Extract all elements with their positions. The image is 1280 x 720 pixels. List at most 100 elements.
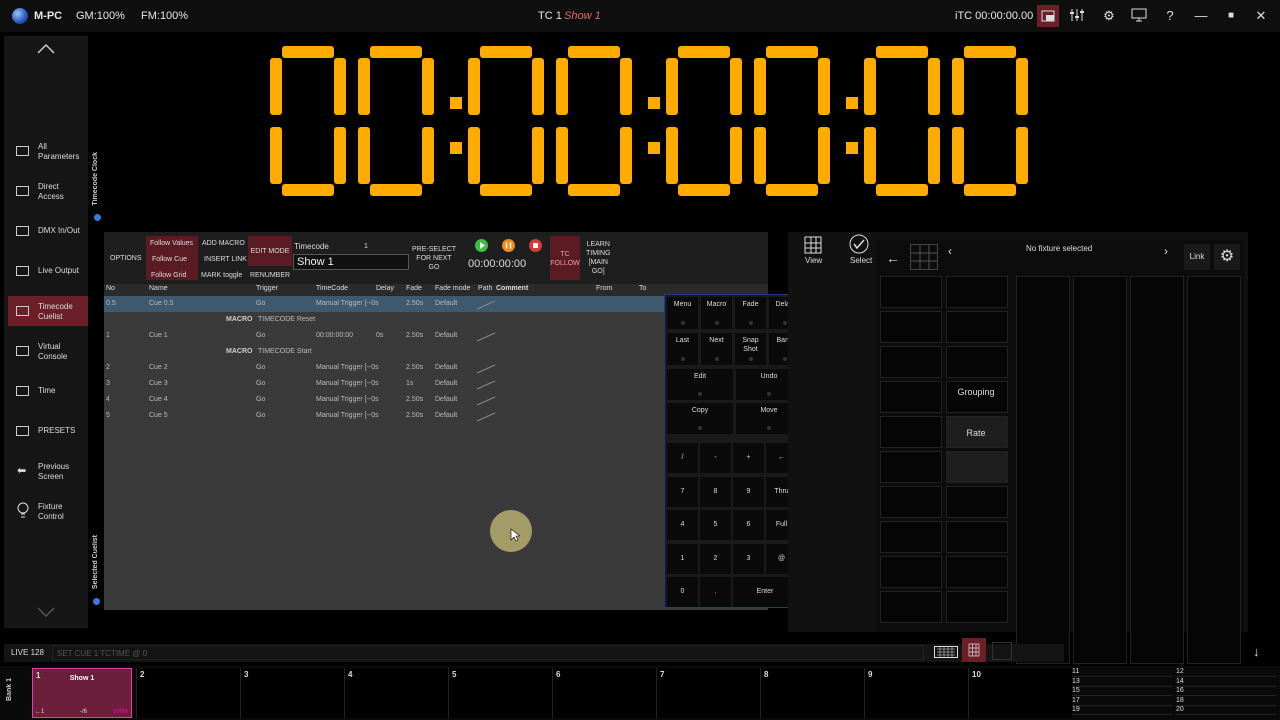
sidebar-item-virtual-console[interactable]: Virtual Console [8,336,88,366]
fixture-slot[interactable] [946,311,1008,343]
sidebar-item-direct-access[interactable]: Direct Access [8,176,88,206]
executor-10[interactable]: 10 [968,668,1072,718]
executor-9[interactable]: 9 [864,668,968,718]
key-menu[interactable]: Menu [667,297,698,329]
follow-grid-button[interactable]: Follow Grid [151,271,186,280]
help-icon[interactable]: ? [1161,8,1179,24]
back-arrow-icon[interactable]: ← [886,250,900,266]
view-button[interactable]: View [805,256,822,265]
attribute-column[interactable] [1016,276,1070,664]
stop-icon[interactable] [529,239,542,252]
blank-toggle-icon[interactable] [992,642,1012,660]
key-sym-17[interactable]: . [700,577,731,607]
table-row[interactable]: 1 Cue 1 Go 00:00:00:00 0s 2.50s Default [104,328,664,344]
macro-row[interactable]: MACRO TIMECODE Reset [104,312,664,328]
insert-link-button[interactable]: INSERT LINK [204,255,247,264]
key-2[interactable]: 2 [700,543,731,574]
maximize-icon[interactable]: ■ [1222,8,1240,24]
table-row[interactable]: 3 Cue 3 Go Manual Trigger [--0s 1s Default [104,376,664,392]
grouping-button[interactable]: Grouping [946,387,1006,397]
executor-6[interactable]: 6 [552,668,656,718]
minimize-icon[interactable]: — [1192,8,1210,24]
key-3[interactable]: 3 [733,543,764,574]
key-9[interactable]: 9 [733,476,764,507]
chevron-right-icon[interactable]: › [1164,244,1168,258]
executor-2[interactable]: 2 [136,668,240,718]
fixture-slot[interactable] [880,381,942,413]
grid-view-icon[interactable] [804,236,822,256]
settings-icon[interactable]: ⚙ [1100,8,1118,24]
small-executor[interactable]: 19 [1072,706,1172,715]
timecode-input[interactable]: Show 1 [293,254,409,270]
fixture-settings-icon[interactable]: ⚙ [1214,244,1240,270]
key-snap-shot[interactable]: Snap Shot [735,333,766,365]
sidebar-item-all-parameters[interactable]: All Parameters [8,136,88,166]
key-0[interactable]: 0 [667,577,698,607]
fixture-slot[interactable] [946,451,1008,483]
executor-5[interactable]: 5 [448,668,552,718]
executor-8[interactable]: 8 [760,668,864,718]
fixture-slot[interactable] [880,346,942,378]
windows-icon[interactable] [1037,5,1059,27]
fixture-slot[interactable] [946,486,1008,518]
monitor-icon[interactable] [1130,8,1148,24]
rate-button[interactable]: Rate [946,428,1006,438]
close-icon[interactable]: ✕ [1252,8,1270,24]
learn-timing-button[interactable]: LEARN TIMING [MAIN GO] [586,240,611,276]
fixture-slot[interactable] [880,521,942,553]
tc-follow-button[interactable]: TC FOLLOW [550,236,580,280]
fixture-slot[interactable] [880,556,942,588]
small-executor[interactable]: 20 [1176,706,1276,715]
sidebar-item-presets[interactable]: PRESETS [8,416,88,446]
table-row[interactable]: 5 Cue 5 Go Manual Trigger [--0s 2.50s Default [104,408,664,424]
grand-master[interactable]: GM:100% [76,10,125,22]
key-4[interactable]: 4 [667,510,698,540]
mini-grid-icon[interactable] [910,244,938,270]
chevron-up-icon[interactable] [36,42,56,58]
attribute-column[interactable] [1073,276,1127,664]
executor-3[interactable]: 3 [240,668,344,718]
key-8[interactable]: 8 [700,476,731,507]
sidebar-item-dmx[interactable]: DMX In/Out [8,216,88,246]
attribute-column[interactable] [1187,276,1241,664]
command-line-input[interactable]: SET CUE 1 TCTIME @ 0 [52,645,924,660]
fixture-slot[interactable] [880,311,942,343]
fixture-slot[interactable] [946,346,1008,378]
key-next[interactable]: Next [701,333,732,365]
fixture-slot[interactable] [946,381,1008,413]
key-7[interactable]: 7 [667,476,698,507]
executor-7[interactable]: 7 [656,668,760,718]
table-row[interactable]: 2 Cue 2 Go Manual Trigger [--0s 2.50s Default [104,360,664,376]
executor-1[interactable]: 1 Show 1 ←1 -/6 100% [32,668,132,718]
small-executor[interactable]: 17 [1072,697,1172,706]
table-row[interactable]: 0.5 Cue 0.5 Go Manual Trigger [--0s 2.50s Def… [104,296,664,312]
play-icon[interactable] [475,239,488,252]
link-button[interactable]: Link [1184,244,1210,270]
faders-icon[interactable] [1068,8,1086,24]
key-sym-1[interactable]: - [700,443,731,473]
sidebar-item-time[interactable]: Time [8,376,88,406]
macro-row[interactable]: MACRO TIMECODE Start [104,344,664,360]
sidebar-item-fixture-control[interactable]: Fixture Control [8,496,88,526]
chevron-left-icon[interactable]: ‹ [948,244,952,258]
fixture-slot[interactable] [880,416,942,448]
key-sym-2[interactable]: + [733,443,764,473]
fixture-slot[interactable] [880,276,942,308]
key-1[interactable]: 1 [667,543,698,574]
renumber-button[interactable]: RENUMBER [250,271,290,280]
small-executor[interactable]: 15 [1072,687,1172,696]
sidebar-item-timecode-cuelist[interactable]: Timecode Cuelist [8,296,88,326]
flash-master[interactable]: FM:100% [141,10,188,22]
small-executor[interactable]: 12 [1176,668,1276,677]
key-fade[interactable]: Fade [735,297,766,329]
key-6[interactable]: 6 [733,510,764,540]
keypad-toggle-icon[interactable] [962,638,986,662]
table-row[interactable]: 4 Cue 4 Go Manual Trigger [--0s 2.50s Default [104,392,664,408]
mark-toggle-button[interactable]: MARK toggle [201,271,242,280]
fixture-slot[interactable] [880,451,942,483]
edit-mode-button[interactable]: EDIT MODE [248,236,292,266]
key-5[interactable]: 5 [700,510,731,540]
select-button[interactable]: Select [850,256,872,265]
fixture-slot[interactable] [946,276,1008,308]
key-last[interactable]: Last [667,333,698,365]
